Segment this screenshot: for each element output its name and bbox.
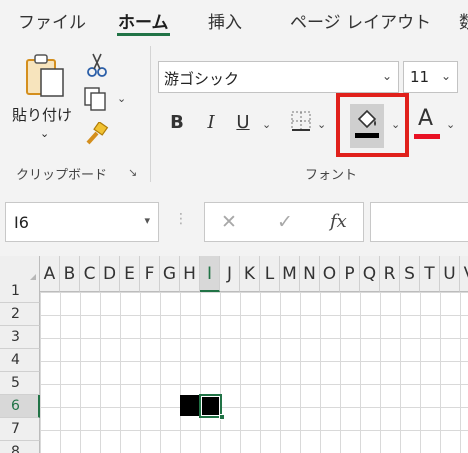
font-group-label: フォント bbox=[305, 168, 358, 183]
enter-check-icon[interactable]: ✓ bbox=[277, 211, 293, 233]
tab-page-layout[interactable]: ページ レイアウト bbox=[290, 8, 431, 33]
cut-scissors-icon[interactable] bbox=[86, 52, 108, 78]
insert-function-icon[interactable]: fx bbox=[330, 211, 347, 232]
chevron-down-icon: ⌄ bbox=[381, 69, 392, 83]
font-size-value: 11 bbox=[410, 68, 430, 86]
formula-input[interactable] bbox=[370, 202, 468, 242]
cell-gridlines bbox=[40, 292, 468, 453]
formula-bar-grip-icon[interactable]: ⋮ bbox=[174, 211, 188, 227]
fill-color-dropdown-chevron-icon[interactable]: ⌄ bbox=[391, 118, 400, 131]
paste-button[interactable]: 貼り付け ⌄ bbox=[10, 52, 73, 148]
paste-label: 貼り付け bbox=[12, 106, 73, 124]
font-name-combobox[interactable]: 游ゴシック ⌄ bbox=[158, 61, 399, 93]
font-size-combobox[interactable]: 11 ⌄ bbox=[403, 61, 458, 93]
clipboard-icon bbox=[26, 54, 64, 97]
formula-bar-row: I6 ▾ ⋮ ✕ ✓ fx bbox=[0, 186, 468, 256]
paste-dropdown-chevron-icon[interactable]: ⌄ bbox=[40, 127, 49, 140]
border-icon[interactable] bbox=[290, 110, 312, 132]
formula-buttons: ✕ ✓ fx bbox=[204, 202, 364, 242]
name-box-value: I6 bbox=[14, 213, 29, 232]
clipboard-group-label: クリップボード bbox=[16, 168, 108, 183]
tab-formulas[interactable]: 数 bbox=[459, 8, 468, 33]
name-box[interactable]: I6 ▾ bbox=[5, 202, 159, 242]
tab-home[interactable]: ホーム bbox=[118, 8, 169, 33]
font-color-button[interactable]: A bbox=[414, 106, 440, 142]
copy-icon[interactable] bbox=[83, 86, 109, 112]
paint-bucket-icon bbox=[357, 109, 377, 129]
chevron-down-icon: ⌄ bbox=[440, 69, 451, 83]
border-dropdown-chevron-icon[interactable]: ⌄ bbox=[317, 118, 326, 131]
font-color-swatch bbox=[414, 134, 440, 139]
tab-file[interactable]: ファイル bbox=[18, 8, 86, 33]
excel-window: ファイル ホーム 挿入 ページ レイアウト 数 貼り付け ⌄ ⌄ クリップボード… bbox=[0, 0, 468, 453]
ribbon-home: 貼り付け ⌄ ⌄ クリップボード ↘ 游ゴシック ⌄ 11 ⌄ B I U ⌄ … bbox=[0, 38, 468, 186]
chevron-down-icon: ▾ bbox=[144, 214, 150, 227]
spreadsheet-grid[interactable]: ABCDEFGHIJKLMNOPQRSTUV 12345678 bbox=[0, 256, 468, 453]
cancel-icon[interactable]: ✕ bbox=[221, 211, 237, 233]
fill-color-swatch bbox=[355, 133, 379, 138]
underline-dropdown-chevron-icon[interactable]: ⌄ bbox=[262, 118, 271, 131]
fill-color-button[interactable] bbox=[350, 104, 384, 148]
clipboard-launcher-icon[interactable]: ↘ bbox=[128, 166, 137, 179]
cell-h6[interactable] bbox=[180, 395, 201, 416]
format-painter-icon[interactable] bbox=[84, 122, 110, 146]
bold-button[interactable]: B bbox=[168, 112, 186, 133]
font-name-value: 游ゴシック bbox=[164, 70, 240, 88]
font-color-label: A bbox=[418, 106, 434, 131]
active-tab-underline bbox=[117, 33, 170, 36]
italic-button[interactable]: I bbox=[202, 112, 220, 133]
underline-button[interactable]: U bbox=[234, 112, 252, 133]
group-separator bbox=[150, 46, 151, 182]
copy-dropdown-chevron-icon[interactable]: ⌄ bbox=[117, 92, 126, 105]
font-color-dropdown-chevron-icon[interactable]: ⌄ bbox=[446, 118, 455, 131]
tab-insert[interactable]: 挿入 bbox=[208, 8, 242, 33]
fill-handle[interactable] bbox=[219, 414, 225, 420]
